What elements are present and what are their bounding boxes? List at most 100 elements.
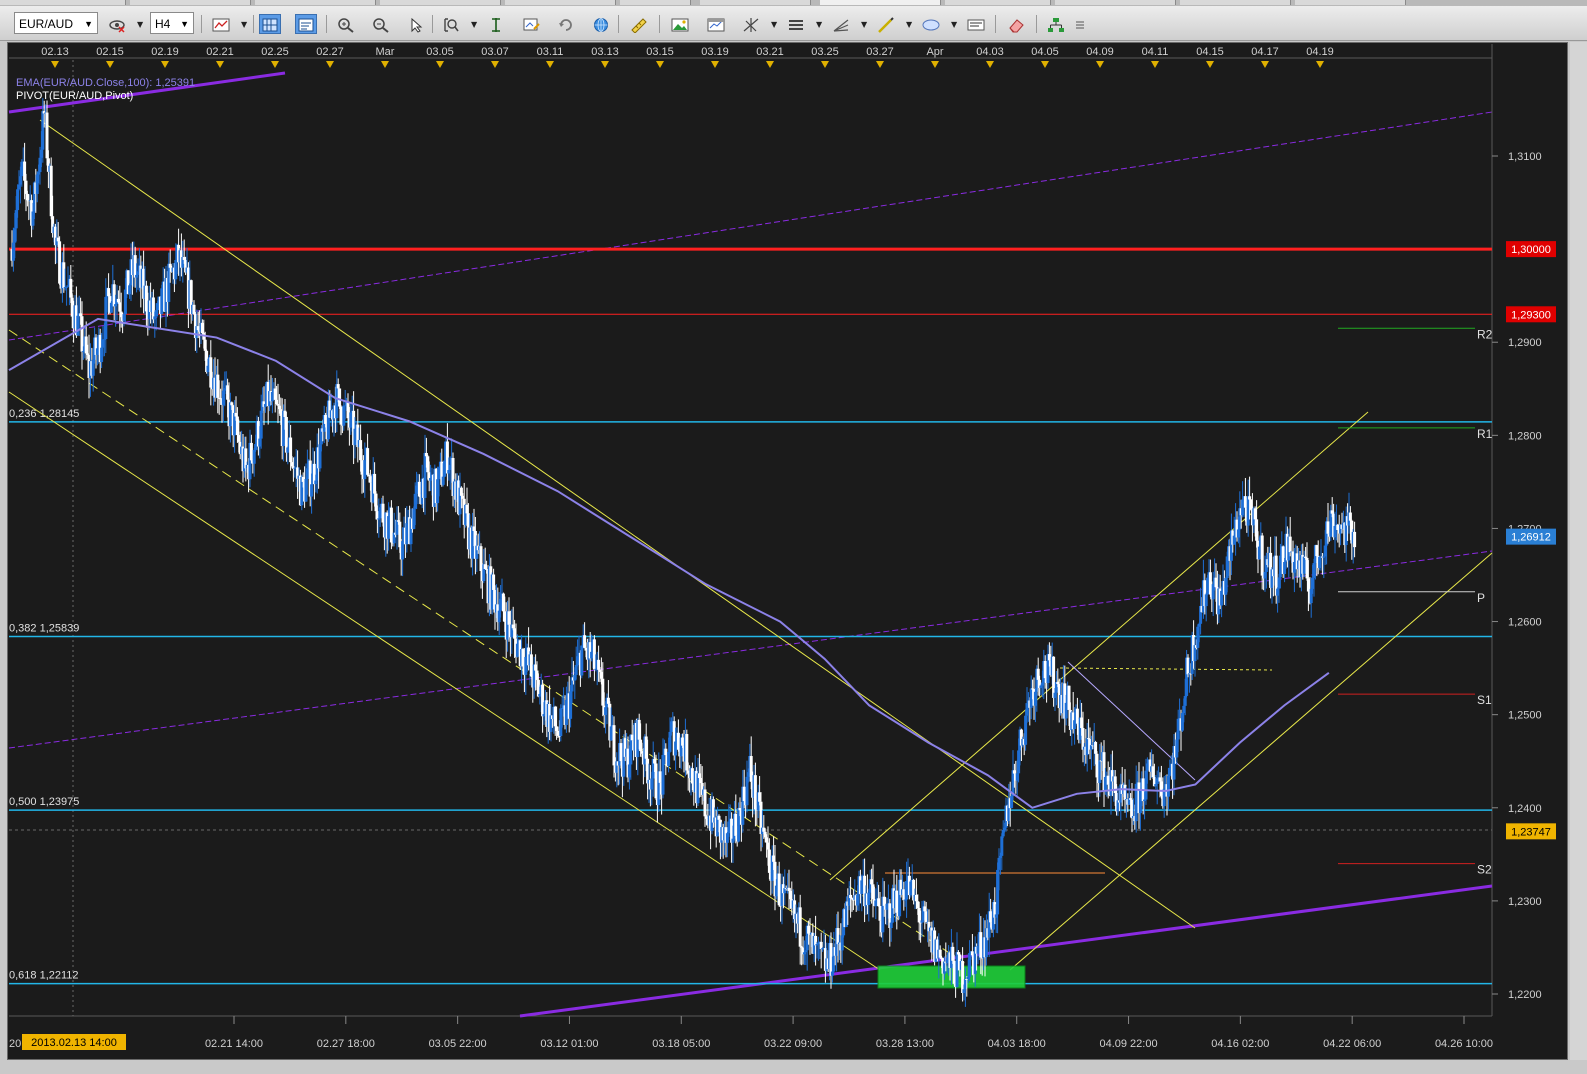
time-tick-label: 03.05 22:00: [429, 1038, 487, 1050]
top-date-label: 02.21: [206, 46, 234, 58]
pivot-level-label: R2: [1477, 327, 1493, 341]
candle-body: [373, 473, 377, 494]
time-tick-label: 03.12 01:00: [540, 1038, 598, 1050]
candle-body: [574, 664, 578, 675]
top-date-label: 03.19: [701, 46, 729, 58]
time-tick-label: 03.18 05:00: [652, 1038, 710, 1050]
fib-level-label: 0,618 1,22112: [9, 970, 79, 982]
pivot-legend: PIVOT(EUR/AUD,Pivot): [16, 90, 133, 102]
time-tick-label: 03.22 09:00: [764, 1038, 822, 1050]
candle-body: [499, 598, 503, 611]
time-tick-label: 02.21 14:00: [205, 1038, 263, 1050]
top-date-label: 04.05: [1031, 46, 1059, 58]
top-date-label: 04.09: [1086, 46, 1114, 58]
pivot-level-label: S1: [1477, 693, 1492, 707]
plot-area[interactable]: [9, 44, 1492, 1016]
candle-body: [667, 751, 671, 766]
pivot-level-label: S2: [1477, 863, 1492, 877]
candle-body: [259, 410, 263, 439]
price-tag-label: 1,29300: [1511, 309, 1551, 321]
candle-body: [1064, 702, 1068, 719]
axis-prefix-label: 20: [9, 1038, 21, 1050]
price-tag-label: 1,23747: [1511, 826, 1551, 838]
price-chart[interactable]: 02.13 02.15 02.19 02.21 02.25 02.27 Mar 03.05 03…: [0, 0, 1587, 1074]
candle-body: [1260, 535, 1264, 576]
price-tick-label: 1,2900: [1508, 337, 1542, 349]
top-date-label: Apr: [926, 46, 943, 58]
top-date-label: 03.21: [756, 46, 784, 58]
top-date-label: 04.03: [976, 46, 1004, 58]
candle-body: [1278, 555, 1282, 578]
candle-body: [798, 907, 802, 947]
top-date-label: Mar: [376, 46, 395, 58]
fib-level-label: 0,382 1,25839: [9, 623, 79, 635]
price-tick-label: 1,2500: [1508, 710, 1542, 722]
time-tick-label: 04.09 22:00: [1099, 1038, 1157, 1050]
candle-body: [252, 449, 256, 464]
candle-body: [336, 384, 340, 389]
candle-body: [203, 339, 207, 351]
price-tick-label: 1,2800: [1508, 430, 1542, 442]
top-date-label: 04.17: [1251, 46, 1279, 58]
candle-body: [1348, 512, 1352, 521]
candle-body: [366, 448, 370, 475]
price-tag-label: 1,26912: [1511, 532, 1551, 544]
top-date-label: 02.15: [96, 46, 124, 58]
time-axis[interactable]: [9, 1016, 1562, 1056]
time-tick-label: 04.03 18:00: [988, 1038, 1046, 1050]
fib-level-label: 0,236 1,28145: [9, 408, 79, 420]
candle-body: [1353, 531, 1357, 548]
candle-body: [676, 732, 680, 750]
candle-body: [1257, 546, 1261, 560]
price-tag-label: 1,30000: [1511, 244, 1551, 256]
price-tick-label: 1,3100: [1508, 151, 1542, 163]
candle-body: [1000, 836, 1004, 856]
ema-legend: EMA(EUR/AUD.Close,100): 1,25391: [16, 77, 195, 89]
top-date-label: 03.05: [426, 46, 454, 58]
candle-body: [1168, 767, 1172, 776]
candle-body: [310, 484, 314, 497]
candle-body: [664, 748, 668, 756]
top-date-label: 04.11: [1142, 46, 1169, 58]
candle-body: [249, 442, 253, 461]
candle-body: [1288, 536, 1292, 553]
top-date-label: 03.25: [811, 46, 839, 58]
time-tick-label: 04.22 06:00: [1323, 1038, 1381, 1050]
fib-level-label: 0,500 1,23975: [9, 796, 79, 808]
candle-body: [1204, 594, 1208, 607]
top-date-label: 03.11: [537, 46, 564, 58]
candle-body: [80, 316, 84, 352]
candle-body: [609, 726, 613, 741]
candle-body: [338, 388, 342, 407]
candle-body: [417, 481, 421, 497]
time-tick-label: 04.26 10:00: [1435, 1038, 1493, 1050]
top-date-label: 04.15: [1196, 46, 1224, 58]
candle-body: [1166, 775, 1170, 797]
time-tick-label: 04.16 02:00: [1211, 1038, 1269, 1050]
time-tick-label: 02.27 18:00: [317, 1038, 375, 1050]
candle-body: [889, 922, 893, 929]
candle-body: [970, 951, 974, 956]
top-date-label: 02.25: [261, 46, 289, 58]
candle-body: [840, 935, 844, 951]
top-date-label: 04.19: [1306, 46, 1334, 58]
top-date-label: 03.13: [591, 46, 619, 58]
top-date-label: 02.13: [41, 46, 69, 58]
top-date-label: 02.27: [316, 46, 344, 58]
price-tick-label: 1,2200: [1508, 989, 1542, 1001]
top-date-label: 03.27: [866, 46, 894, 58]
price-tick-label: 1,2400: [1508, 803, 1542, 815]
candle-body: [703, 789, 707, 817]
candle-body: [389, 507, 393, 543]
candle-body: [401, 541, 405, 560]
candle-body: [717, 815, 721, 820]
pivot-level-label: P: [1477, 591, 1485, 605]
candle-body: [16, 189, 20, 211]
candle-body: [270, 392, 274, 402]
candle-body: [1145, 763, 1149, 771]
pivot-level-label: R1: [1477, 427, 1493, 441]
candle-body: [580, 645, 584, 676]
top-date-label: 02.19: [151, 46, 179, 58]
candle-body: [441, 476, 445, 485]
cursor-time-label: 2013.02.13 14:00: [31, 1037, 117, 1049]
